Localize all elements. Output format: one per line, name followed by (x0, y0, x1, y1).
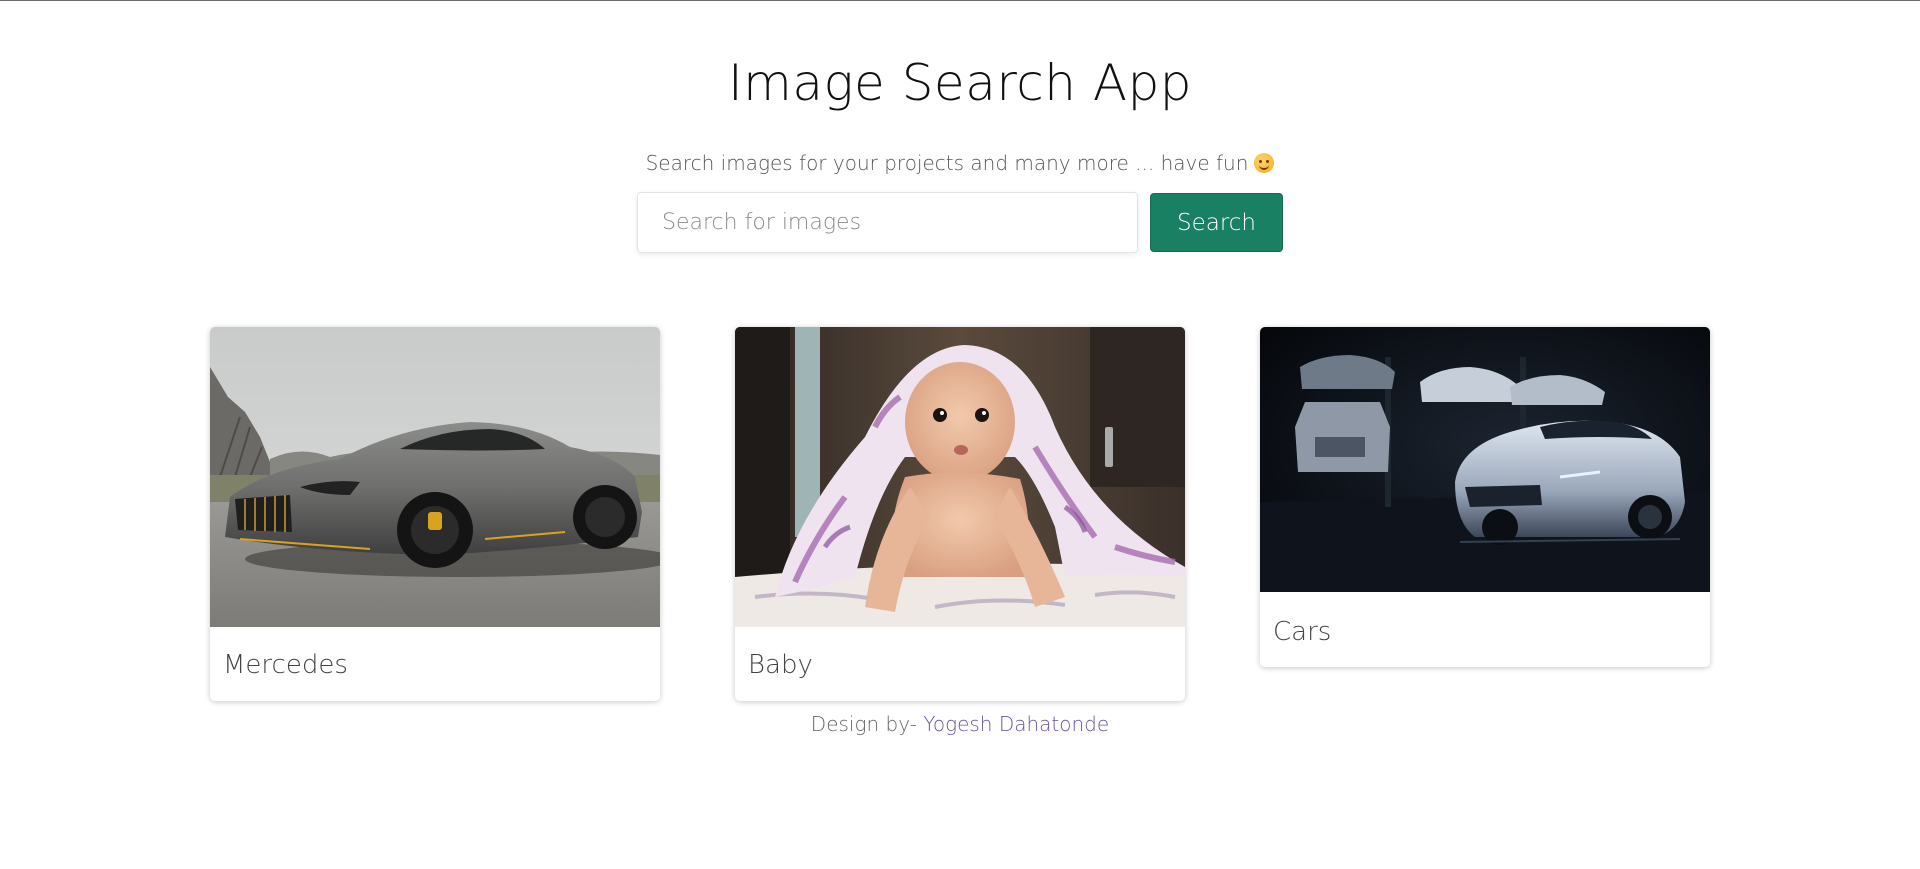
footer-credit: Design by- Yogesh Dahatonde (0, 712, 1920, 736)
result-card[interactable]: Mercedes (210, 327, 660, 701)
author-link[interactable]: Yogesh Dahatonde (923, 712, 1109, 736)
page-subtitle: Search images for your projects and many… (0, 151, 1920, 175)
result-card[interactable]: Cars (1260, 327, 1710, 667)
result-card-label: Cars (1273, 617, 1332, 647)
result-card[interactable]: Baby (735, 327, 1185, 701)
page: Image Search App Search images for your … (0, 0, 1920, 869)
result-card-label: Baby (748, 650, 813, 680)
footer-prefix: Design by- (810, 712, 917, 736)
grey-sports-car-photo[interactable] (210, 327, 660, 627)
white-cars-in-dark-garage-photo[interactable] (1260, 327, 1710, 592)
search-form: Search (637, 192, 1283, 253)
smiling-face-icon (1254, 153, 1275, 173)
baby-under-blanket-photo[interactable] (735, 327, 1185, 627)
search-button[interactable]: Search (1150, 193, 1283, 252)
subtitle-text: Search images for your projects and many… (645, 151, 1249, 175)
search-input[interactable] (637, 192, 1138, 253)
result-card-label: Mercedes (223, 650, 348, 680)
page-title: Image Search App (727, 54, 1193, 112)
